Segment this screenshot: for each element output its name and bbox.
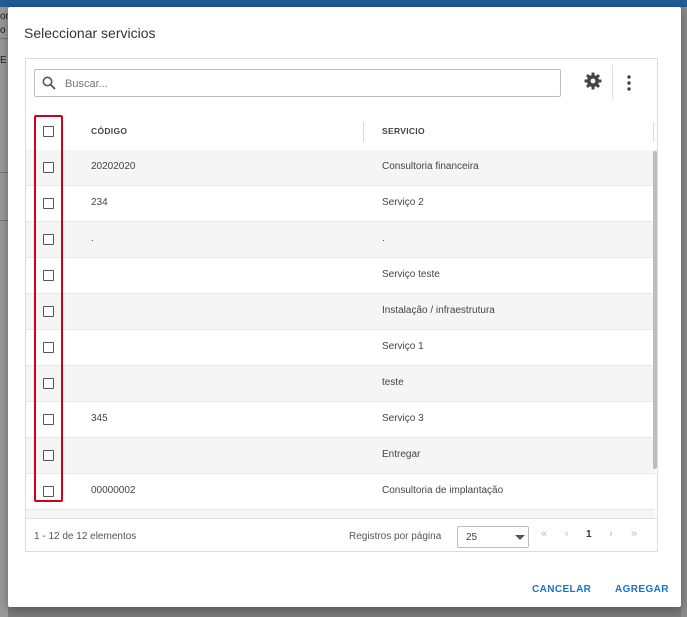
cell-service: teste xyxy=(382,377,404,388)
current-page[interactable]: 1 xyxy=(586,529,592,540)
toolbar-divider xyxy=(612,65,613,99)
search-input[interactable] xyxy=(63,73,547,95)
column-header-service[interactable]: SERVICIO xyxy=(382,126,425,136)
checkbox-column-highlight xyxy=(34,115,63,502)
chevron-down-icon xyxy=(515,535,525,540)
column-divider xyxy=(653,122,654,142)
per-page-label: Registros por página xyxy=(349,531,442,542)
cell-service: Serviço teste xyxy=(382,269,440,280)
column-divider xyxy=(363,122,364,142)
cell-code: 234 xyxy=(91,197,108,208)
search-box[interactable] xyxy=(34,69,561,97)
select-services-dialog: Seleccionar servicios Buscar... CÓDIGO S… xyxy=(8,7,681,607)
background-app-right xyxy=(681,7,687,617)
table-row[interactable]: 20202020 Consultoria financeira xyxy=(26,150,655,186)
column-header-code[interactable]: CÓDIGO xyxy=(91,126,127,136)
page-size-value: 25 xyxy=(466,532,478,543)
cell-service: Consultoria financeira xyxy=(382,161,479,172)
cell-code: 345 xyxy=(91,413,108,424)
background-divider xyxy=(0,38,8,39)
table-row[interactable]: teste xyxy=(26,366,655,402)
cell-service: Instalação / infraestrutura xyxy=(382,305,495,316)
vertical-scrollbar[interactable] xyxy=(653,151,657,469)
gear-icon[interactable] xyxy=(583,71,603,91)
more-vertical-icon[interactable] xyxy=(621,73,637,93)
cell-service: Consultoria de implantação xyxy=(382,485,504,496)
cell-service: Serviço 3 xyxy=(382,413,424,424)
table-row[interactable]: Instalação / infraestrutura xyxy=(26,294,655,330)
page-size-select[interactable]: 25 xyxy=(457,526,529,548)
table-row-partial xyxy=(26,510,655,518)
background-app-left: or o E xyxy=(0,7,9,617)
table-row[interactable]: 345 Serviço 3 xyxy=(26,402,655,438)
cell-code: 20202020 xyxy=(91,161,136,172)
grid-toolbar xyxy=(26,59,657,115)
cell-code: 00000002 xyxy=(91,485,136,496)
table-row[interactable]: Serviço 1 xyxy=(26,330,655,366)
cell-service: Serviço 1 xyxy=(382,341,424,352)
cell-service: Serviço 2 xyxy=(382,197,424,208)
table-header: CÓDIGO SERVICIO xyxy=(26,114,657,151)
cancel-button[interactable]: CANCELAR xyxy=(532,584,591,595)
background-divider xyxy=(0,172,8,173)
background-text: E xyxy=(0,55,7,66)
last-page-button[interactable]: » xyxy=(631,528,637,540)
table-row[interactable]: Serviço teste xyxy=(26,258,655,294)
next-page-button[interactable]: › xyxy=(609,528,613,540)
background-app-bar xyxy=(0,0,687,7)
background-text: o xyxy=(0,25,6,36)
cell-code: . xyxy=(91,233,94,244)
prev-page-button[interactable]: ‹ xyxy=(565,528,569,540)
pagination-range: 1 - 12 de 12 elementos xyxy=(34,531,137,542)
search-icon xyxy=(42,76,56,90)
add-button[interactable]: AGREGAR xyxy=(615,584,669,595)
table-row[interactable]: Entregar xyxy=(26,438,655,474)
dialog-title: Seleccionar servicios xyxy=(24,25,156,41)
table-row[interactable]: 00000002 Consultoria de implantação xyxy=(26,474,655,510)
grid-footer: 1 - 12 de 12 elementos Registros por pág… xyxy=(26,518,657,552)
table-row[interactable]: 234 Serviço 2 xyxy=(26,186,655,222)
table-row[interactable]: .. xyxy=(26,222,655,258)
cell-service: . xyxy=(382,233,385,244)
cell-service: Entregar xyxy=(382,449,421,460)
background-divider xyxy=(0,220,8,221)
services-grid: CÓDIGO SERVICIO 20202020 Consultoria fina… xyxy=(25,58,658,552)
first-page-button[interactable]: « xyxy=(541,528,547,540)
